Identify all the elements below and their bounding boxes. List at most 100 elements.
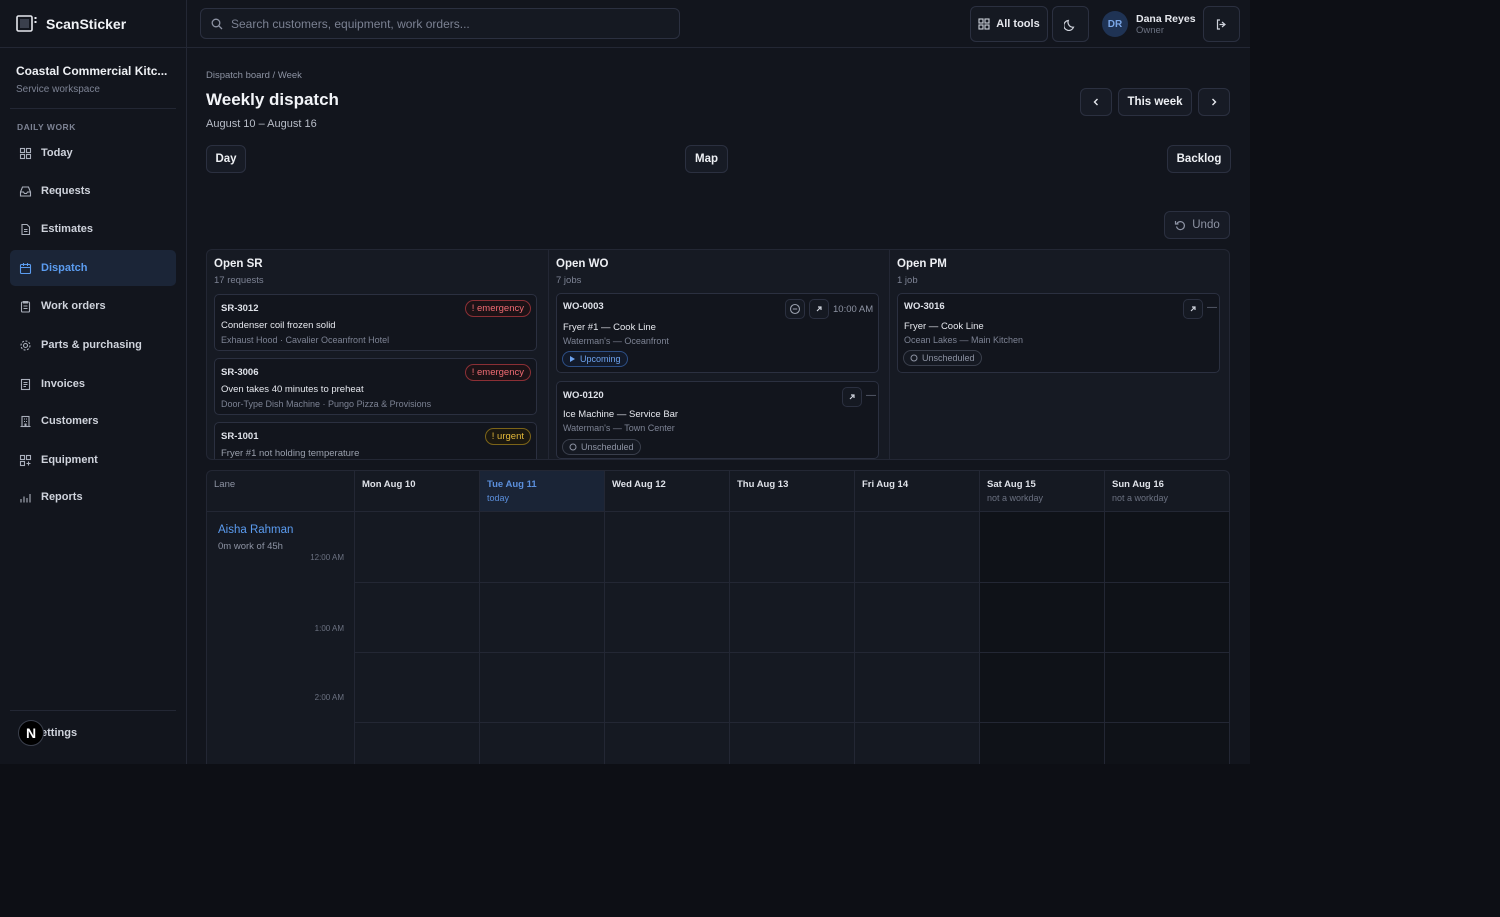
circle-icon	[910, 354, 918, 362]
sidebar-item-invoices[interactable]: Invoices	[10, 366, 176, 402]
scheduled-time: 10:00 AM	[833, 304, 874, 315]
minus-circle-button[interactable]	[785, 299, 805, 319]
chevron-left-icon	[1091, 97, 1101, 107]
this-week-button[interactable]: This week	[1118, 88, 1192, 116]
day-sub: not a workday	[987, 493, 1044, 503]
week-calendar: Lane Mon Aug 10 Tue Aug 11 today Wed Aug…	[206, 470, 1230, 764]
hour-label: 1:00 AM	[314, 624, 344, 633]
day-slot-column[interactable]	[605, 512, 730, 764]
status-badge: Unscheduled	[903, 350, 982, 366]
card-title: Condenser coil frozen solid	[221, 320, 336, 331]
sidebar-item-reports[interactable]: Reports	[10, 479, 176, 515]
previous-week-button[interactable]	[1080, 88, 1112, 116]
service-request-card[interactable]: SR-1001 ! urgent Fryer #1 not holding te…	[214, 422, 537, 459]
undo-button[interactable]: Undo	[1164, 211, 1230, 239]
card-title: Oven takes 40 minutes to preheat	[221, 384, 364, 395]
equipment-icon	[19, 454, 32, 467]
day-header-tue: Tue Aug 11 today	[480, 471, 605, 512]
work-order-card[interactable]: WO-0120 — Ice Machine — Service Bar Wate…	[556, 381, 879, 459]
day-label: Mon Aug 10	[362, 479, 416, 490]
all-tools-button[interactable]: All tools	[970, 6, 1048, 42]
open-sr-column: Open SR 17 requests SR-3012 ! emergency …	[207, 250, 548, 459]
scan-logo-icon	[16, 15, 38, 33]
open-card-button[interactable]	[1183, 299, 1203, 319]
card-title: Fryer #1 — Cook Line	[563, 322, 656, 333]
gear-icon	[19, 339, 32, 352]
day-slot-column[interactable]	[855, 512, 980, 764]
breadcrumb[interactable]: Dispatch board / Week	[206, 70, 302, 81]
sidebar-item-today[interactable]: Today	[10, 135, 176, 171]
undo-icon	[1174, 219, 1186, 231]
user-name: Dana Reyes	[1136, 12, 1196, 25]
all-tools-label: All tools	[996, 18, 1040, 30]
sidebar-item-estimates[interactable]: Estimates	[10, 211, 176, 247]
day-slot-column[interactable]	[1105, 512, 1229, 764]
priority-tag: ! emergency	[464, 300, 531, 317]
play-icon	[570, 356, 575, 362]
n-badge-icon[interactable]: N	[18, 720, 44, 746]
backlog-button[interactable]: Backlog	[1167, 145, 1231, 173]
day-slot-column[interactable]	[980, 512, 1105, 764]
day-view-button[interactable]: Day	[206, 145, 246, 173]
service-request-card[interactable]: SR-3012 ! emergency Condenser coil froze…	[214, 294, 537, 351]
app-window: ScanSticker All tools DR Dana Reyes Owne…	[0, 0, 1250, 764]
hour-gridline	[355, 722, 1229, 723]
sidebar-item-label: Invoices	[41, 378, 86, 390]
user-menu[interactable]: DR Dana Reyes Owner	[1102, 6, 1202, 42]
card-id: SR-3006	[221, 367, 259, 378]
day-slot-column[interactable]	[480, 512, 605, 764]
workspace-subtitle: Service workspace	[16, 84, 100, 95]
sidebar-item-label: Estimates	[41, 223, 93, 235]
preventive-maintenance-card[interactable]: WO-3016 — Fryer — Cook Line Ocean Lakes …	[897, 293, 1220, 373]
sidebar-item-dispatch[interactable]: Dispatch	[10, 250, 176, 286]
day-header-thu: Thu Aug 13	[730, 471, 855, 512]
invoice-icon	[19, 378, 32, 391]
open-card-button[interactable]	[809, 299, 829, 319]
card-id: SR-3012	[221, 303, 259, 314]
sidebar-item-requests[interactable]: Requests	[10, 173, 176, 209]
column-title: Open PM	[897, 258, 947, 270]
map-view-button[interactable]: Map	[685, 145, 728, 173]
theme-toggle-button[interactable]	[1052, 6, 1089, 42]
search-box[interactable]	[200, 8, 680, 39]
card-subtitle: Ocean Lakes — Main Kitchen	[904, 335, 1024, 345]
card-subtitle: Waterman's — Oceanfront	[563, 336, 669, 346]
workspace-name: Coastal Commercial Kitc...	[16, 64, 168, 78]
search-icon	[211, 18, 223, 30]
workspace-switcher[interactable]: Coastal Commercial Kitc... Service works…	[16, 64, 176, 95]
technician-name[interactable]: Aisha Rahman	[218, 524, 293, 536]
sidebar-item-customers[interactable]: Customers	[10, 403, 176, 439]
day-header-sat: Sat Aug 15 not a workday	[980, 471, 1105, 512]
date-range: August 10 – August 16	[206, 118, 317, 130]
search-input[interactable]	[231, 16, 661, 31]
sidebar-item-label: Equipment	[41, 454, 98, 466]
divider	[10, 710, 176, 711]
open-pm-column: Open PM 1 job WO-3016 — Fryer — Cook Lin…	[889, 250, 1229, 459]
sidebar-item-label: Requests	[41, 185, 91, 197]
logout-button[interactable]	[1203, 6, 1240, 42]
sidebar-item-label: Dispatch	[41, 262, 88, 274]
day-header-wed: Wed Aug 12	[605, 471, 730, 512]
moon-icon	[1064, 18, 1077, 31]
day-slot-column[interactable]	[730, 512, 855, 764]
next-week-button[interactable]	[1198, 88, 1230, 116]
lane-header: Lane	[207, 471, 355, 512]
sidebar-item-parts[interactable]: Parts & purchasing	[10, 327, 176, 363]
top-bar: ScanSticker All tools DR Dana Reyes Owne…	[0, 0, 1250, 48]
arrow-up-right-icon	[816, 306, 822, 312]
circle-icon	[569, 443, 577, 451]
priority-tag: ! urgent	[484, 428, 531, 445]
sidebar-item-settings[interactable]: N ettings	[18, 720, 77, 746]
service-request-card[interactable]: SR-3006 ! emergency Oven takes 40 minute…	[214, 358, 537, 415]
divider	[10, 108, 176, 109]
arrow-up-right-icon	[849, 394, 855, 400]
brand[interactable]: ScanSticker	[0, 0, 187, 48]
work-order-card[interactable]: WO-0003 10:00 AM Fryer #1 — Cook Line Wa…	[556, 293, 879, 373]
status-badge: Unscheduled	[562, 439, 641, 455]
sidebar-item-equipment[interactable]: Equipment	[10, 442, 176, 478]
status-label: Unscheduled	[581, 442, 634, 452]
day-slot-column[interactable]	[355, 512, 480, 764]
column-count: 7 jobs	[556, 275, 582, 286]
sidebar-item-work-orders[interactable]: Work orders	[10, 288, 176, 324]
open-card-button[interactable]	[842, 387, 862, 407]
